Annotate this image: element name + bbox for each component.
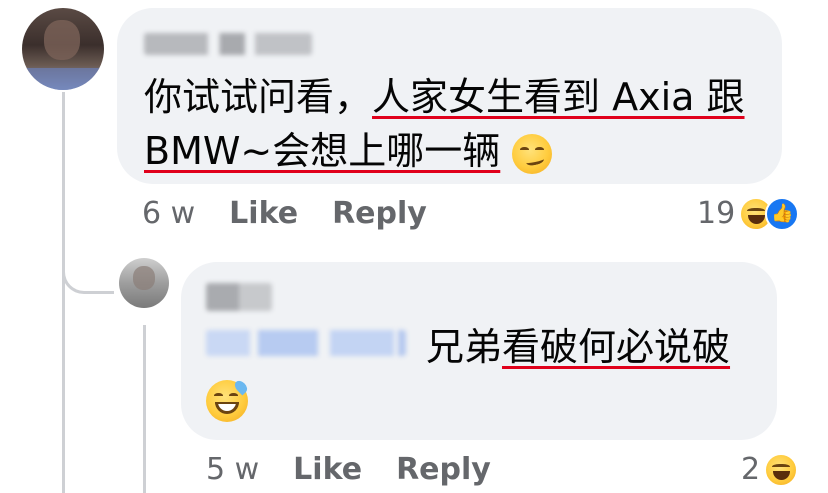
reply-emoji	[206, 378, 250, 422]
comment-text-underlined: 人家女生看到 Axia 跟	[372, 75, 745, 119]
like-icon: 👍	[765, 196, 800, 231]
comment-like-button[interactable]: Like	[229, 196, 298, 231]
comment-actions: 6 w Like Reply	[142, 196, 461, 231]
thread-line	[62, 92, 65, 493]
smirk-face-icon	[512, 133, 553, 174]
reply-text-plain: 兄弟	[426, 325, 503, 369]
comment-text-plain: 你试试问看，	[144, 75, 373, 119]
reply-like-button[interactable]: Like	[293, 452, 362, 487]
reply-reply-button[interactable]: Reply	[396, 452, 491, 487]
thread-connector	[62, 250, 114, 294]
reply-timestamp[interactable]: 5 w	[206, 452, 259, 487]
comment-timestamp[interactable]: 6 w	[142, 196, 195, 231]
replier-name-blurred[interactable]	[206, 283, 272, 311]
commenter-avatar[interactable]	[22, 8, 104, 90]
mentioned-user-tag-blurred[interactable]	[206, 330, 406, 356]
haha-icon	[764, 452, 799, 487]
reply-thread-line	[143, 325, 146, 493]
comment-text-underlined-2: BMW~会想上哪一辆	[144, 129, 501, 173]
comment-reactions[interactable]: 19 👍	[697, 196, 800, 231]
reply-actions: 5 w Like Reply	[206, 452, 525, 487]
reply-text-underlined: 看破何必说破	[502, 325, 731, 369]
commenter-name-blurred[interactable]	[144, 33, 312, 55]
reply-reaction-count: 2	[741, 452, 761, 487]
comment-reaction-count: 19	[697, 196, 736, 231]
replier-avatar[interactable]	[119, 258, 169, 308]
comment-text: 你试试问看，人家女生看到 Axia 跟 BMW~会想上哪一辆	[144, 70, 764, 178]
grinning-sweat-face-icon	[206, 378, 250, 422]
reply-text: 兄弟看破何必说破	[426, 320, 730, 374]
reply-reactions[interactable]: 2	[741, 452, 799, 487]
comment-reply-button[interactable]: Reply	[332, 196, 427, 231]
